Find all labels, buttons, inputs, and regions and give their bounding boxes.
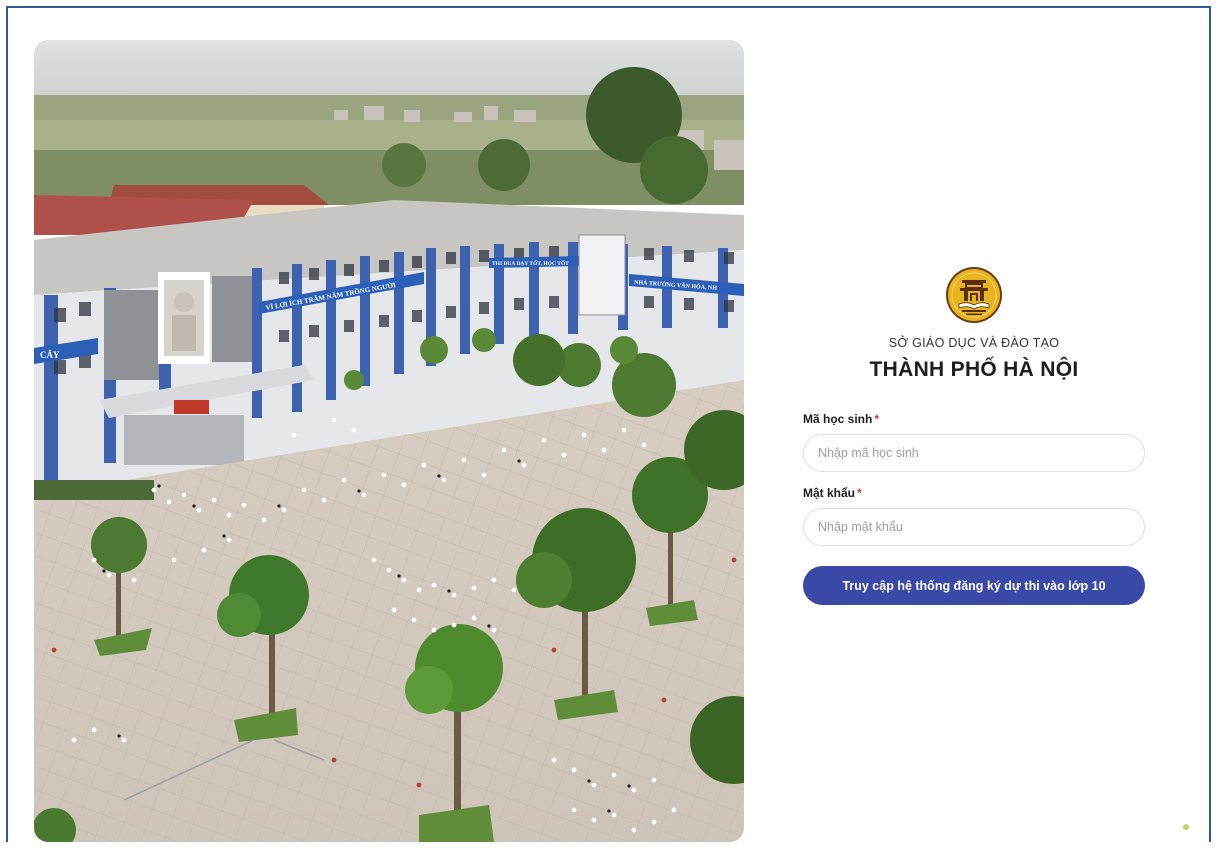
required-marker: *: [874, 412, 880, 426]
password-label-text: Mật khẩu: [803, 486, 856, 500]
school-photo: VÌ LỢI ÍCH TRĂM NĂM TRỒNG NGƯỜI THI ĐUA …: [34, 40, 744, 842]
required-marker: *: [857, 486, 862, 500]
status-dot: [1183, 824, 1189, 830]
banner-edge-text: CÂY: [40, 350, 60, 360]
login-panel: SỞ GIÁO DỤC VÀ ĐÀO TẠO THÀNH PHỐ HÀ NỘI …: [803, 266, 1145, 605]
password-input[interactable]: [803, 508, 1145, 546]
hanoi-education-emblem-icon: [946, 267, 1002, 323]
login-page: VÌ LỢI ÍCH TRĂM NĂM TRỒNG NGƯỜI THI ĐUA …: [6, 6, 1211, 842]
student-id-label: Mã học sinh *: [803, 412, 1145, 426]
password-label: Mật khẩu *: [803, 486, 1145, 500]
access-registration-button[interactable]: Truy cập hệ thống đăng ký dự thi vào lớp…: [803, 566, 1145, 605]
school-courtyard-illustration: VÌ LỢI ÍCH TRĂM NĂM TRỒNG NGƯỜI THI ĐUA …: [34, 40, 744, 842]
student-id-input[interactable]: [803, 434, 1145, 472]
login-form: Mã học sinh* Mật khẩu* Truy cập hệ thống…: [803, 412, 1145, 605]
banner-center-text: THI ĐUA DẠY TỐT, HỌC TỐT: [492, 259, 569, 267]
logo-container: [803, 266, 1145, 324]
field-spacer: [803, 472, 1145, 486]
student-id-label-text: Mã học sinh: [803, 412, 873, 426]
org-title: THÀNH PHỐ HÀ NỘI: [869, 358, 1079, 381]
org-subtitle: SỞ GIÁO DỤC VÀ ĐÀO TẠO: [888, 336, 1060, 350]
